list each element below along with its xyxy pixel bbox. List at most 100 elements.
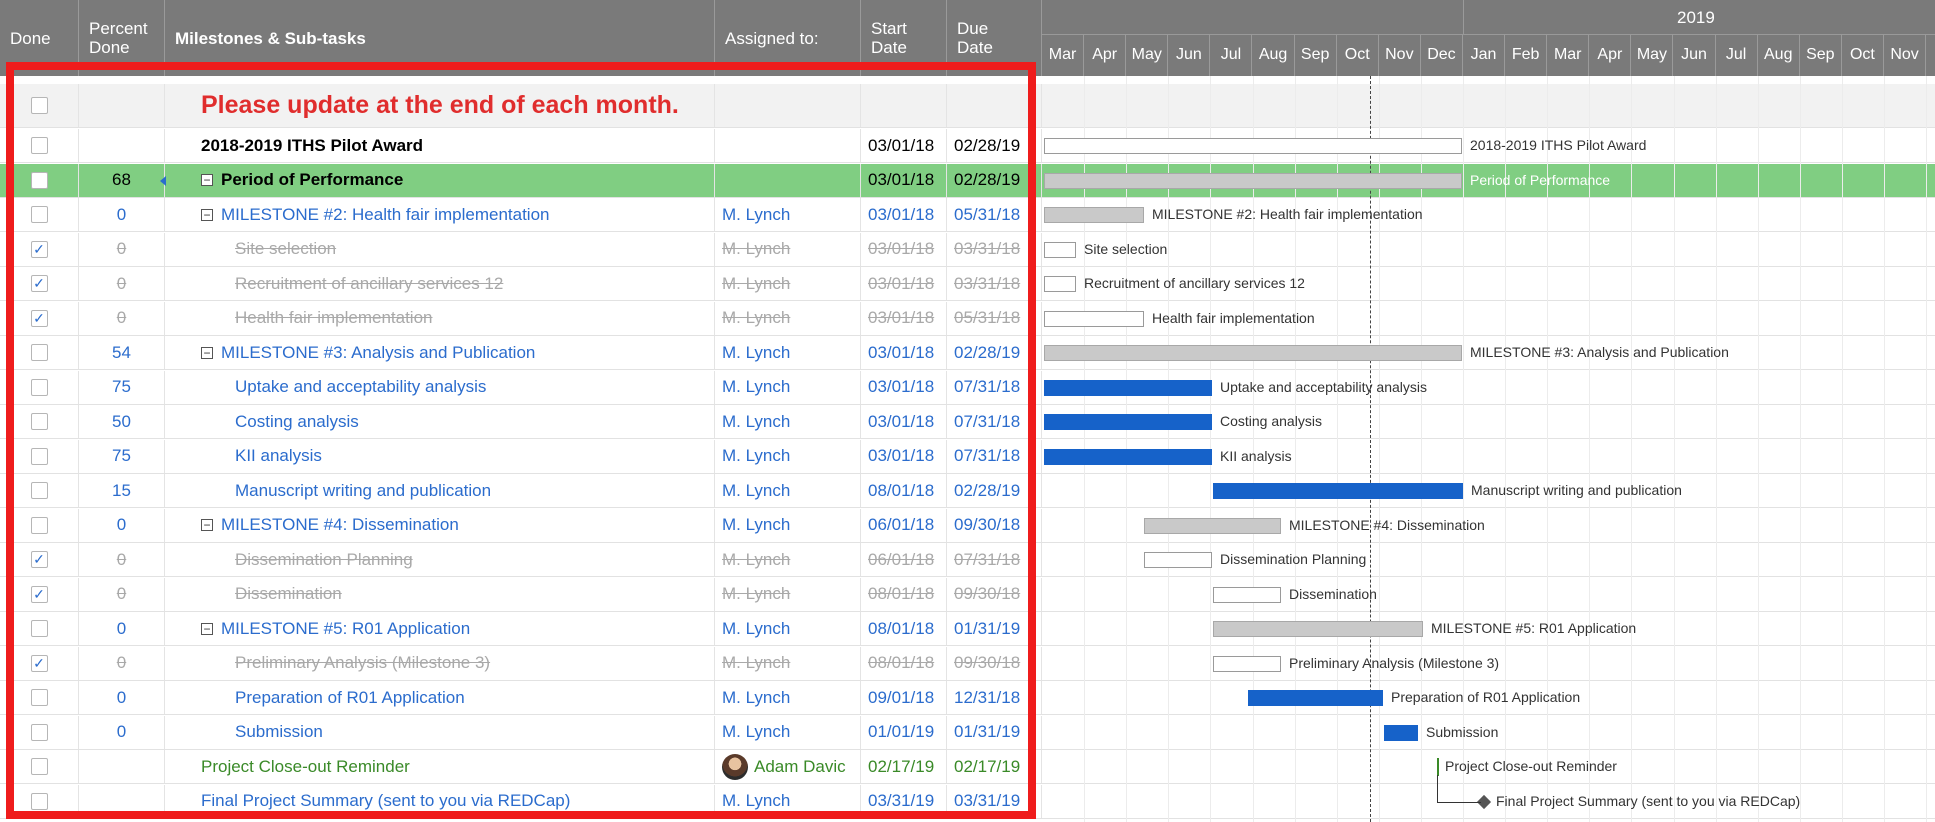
column-header-start[interactable]: Start Date [861,0,947,76]
percent-done-cell[interactable]: 0 [79,508,165,542]
gantt-bar[interactable] [1213,655,1281,672]
task-cell[interactable]: Preparation of R01 Application [165,681,715,714]
column-header-done[interactable]: Done [0,0,79,76]
assigned-cell[interactable]: M. Lynch [715,198,861,231]
percent-done-cell[interactable]: 75 [79,370,165,404]
gantt-bar[interactable] [1213,483,1463,499]
done-checkbox[interactable] [30,344,48,361]
start-date-cell[interactable]: 03/01/18 [861,370,947,404]
due-date-cell[interactable]: 07/31/18 [947,543,1042,576]
due-date-cell[interactable]: 03/31/18 [947,267,1042,300]
assigned-cell[interactable]: M. Lynch [715,474,861,507]
assigned-cell[interactable]: M. Lynch [715,336,861,369]
collapse-toggle-icon[interactable]: − [201,208,213,221]
done-checkbox[interactable] [30,689,48,706]
task-cell[interactable]: − MILESTONE #3: Analysis and Publication [165,336,715,369]
task-cell[interactable]: Project Close-out Reminder [165,750,715,783]
due-date-cell[interactable]: 07/31/18 [947,370,1042,404]
task-cell[interactable]: − MILESTONE #4: Dissemination [165,508,715,542]
task-cell[interactable]: − MILESTONE #2: Health fair implementatio… [165,198,715,231]
due-date-cell[interactable]: 03/31/19 [947,784,1042,818]
start-date-cell[interactable]: 03/01/18 [861,336,947,369]
done-checkbox[interactable] [30,758,48,775]
start-date-cell[interactable]: 03/01/18 [861,405,947,438]
start-date-cell[interactable]: 06/01/18 [861,508,947,542]
percent-done-cell[interactable]: 75 [79,439,165,473]
percent-done-cell[interactable]: 68 [79,163,165,197]
due-date-cell[interactable]: 05/31/18 [947,301,1042,335]
gantt-bar[interactable] [1213,621,1423,637]
due-date-cell[interactable]: 02/28/19 [947,474,1042,507]
gantt-bar[interactable] [1044,172,1462,189]
percent-done-cell[interactable] [79,129,165,162]
start-date-cell[interactable]: 03/01/18 [861,267,947,300]
percent-done-cell[interactable]: 54 [79,336,165,369]
task-cell[interactable]: 2018-2019 ITHS Pilot Award [165,129,715,162]
collapse-toggle-icon[interactable]: − [201,174,213,186]
percent-done-cell[interactable]: 0 [79,543,165,576]
assigned-cell[interactable]: M. Lynch [715,439,861,473]
collapse-toggle-icon[interactable]: − [201,622,213,635]
task-cell[interactable]: Health fair implementation [165,301,715,335]
assigned-cell[interactable]: Adam Davic [715,750,861,783]
assigned-cell[interactable]: M. Lynch [715,543,861,576]
due-date-cell[interactable]: 02/28/19 [947,129,1042,162]
gantt-bar[interactable] [1144,517,1281,534]
due-date-cell[interactable]: 09/30/18 [947,646,1042,680]
task-cell[interactable]: Site selection [165,232,715,266]
done-checkbox[interactable] [30,516,48,534]
gantt-bar[interactable] [1044,310,1144,327]
assigned-cell[interactable]: M. Lynch [715,508,861,542]
done-checkbox[interactable] [30,378,48,396]
start-date-cell[interactable]: 03/01/18 [861,232,947,266]
due-date-cell[interactable]: 03/31/18 [947,232,1042,266]
assigned-cell[interactable]: M. Lynch [715,301,861,335]
done-checkbox[interactable] [30,482,48,499]
start-date-cell[interactable]: 01/01/19 [861,715,947,749]
due-date-cell[interactable]: 09/30/18 [947,508,1042,542]
task-cell[interactable]: Manuscript writing and publication [165,474,715,507]
due-date-cell[interactable]: 02/28/19 [947,336,1042,369]
percent-done-cell[interactable] [79,750,165,783]
gantt-bar[interactable] [1044,207,1144,223]
due-date-cell[interactable]: 07/31/18 [947,405,1042,438]
percent-done-cell[interactable]: 15 [79,474,165,507]
due-date-cell[interactable]: 02/28/19 [947,163,1042,197]
percent-done-cell[interactable]: 0 [79,646,165,680]
task-cell[interactable]: Final Project Summary (sent to you via R… [165,784,715,818]
done-checkbox[interactable] [30,97,48,114]
due-date-cell[interactable]: 09/30/18 [947,577,1042,611]
task-cell[interactable]: Dissemination [165,577,715,611]
done-checkbox[interactable]: ✓ [30,654,48,672]
due-date-cell[interactable]: 05/31/18 [947,198,1042,231]
assigned-cell[interactable]: M. Lynch [715,267,861,300]
done-checkbox[interactable] [30,206,48,223]
done-checkbox[interactable]: ✓ [30,275,48,292]
percent-done-cell[interactable]: 0 [79,198,165,231]
start-date-cell[interactable]: 08/01/18 [861,646,947,680]
gantt-bar[interactable] [1384,724,1418,741]
column-header-due[interactable]: Due Date [947,0,1042,76]
gantt-bar[interactable] [1248,690,1383,706]
done-checkbox[interactable]: ✓ [30,585,48,603]
due-date-cell[interactable]: 12/31/18 [947,681,1042,714]
collapse-toggle-icon[interactable]: − [201,519,213,531]
due-date-cell[interactable]: 01/31/19 [947,715,1042,749]
start-date-cell[interactable]: 03/31/19 [861,784,947,818]
gantt-bar[interactable] [1044,448,1212,465]
assigned-cell[interactable]: M. Lynch [715,232,861,266]
assigned-cell[interactable]: M. Lynch [715,577,861,611]
done-checkbox[interactable] [30,723,48,741]
percent-done-cell[interactable]: 50 [79,405,165,438]
assigned-cell[interactable]: M. Lynch [715,784,861,818]
start-date-cell[interactable]: 03/01/18 [861,129,947,162]
percent-done-cell[interactable]: 0 [79,715,165,749]
percent-done-cell[interactable]: 0 [79,267,165,300]
done-checkbox[interactable] [30,620,48,637]
done-checkbox[interactable]: ✓ [30,240,48,258]
assigned-cell[interactable] [715,163,861,197]
assigned-cell[interactable] [715,129,861,162]
start-date-cell[interactable]: 03/01/18 [861,439,947,473]
gantt-bar[interactable] [1044,241,1076,258]
done-checkbox[interactable]: ✓ [30,309,48,327]
